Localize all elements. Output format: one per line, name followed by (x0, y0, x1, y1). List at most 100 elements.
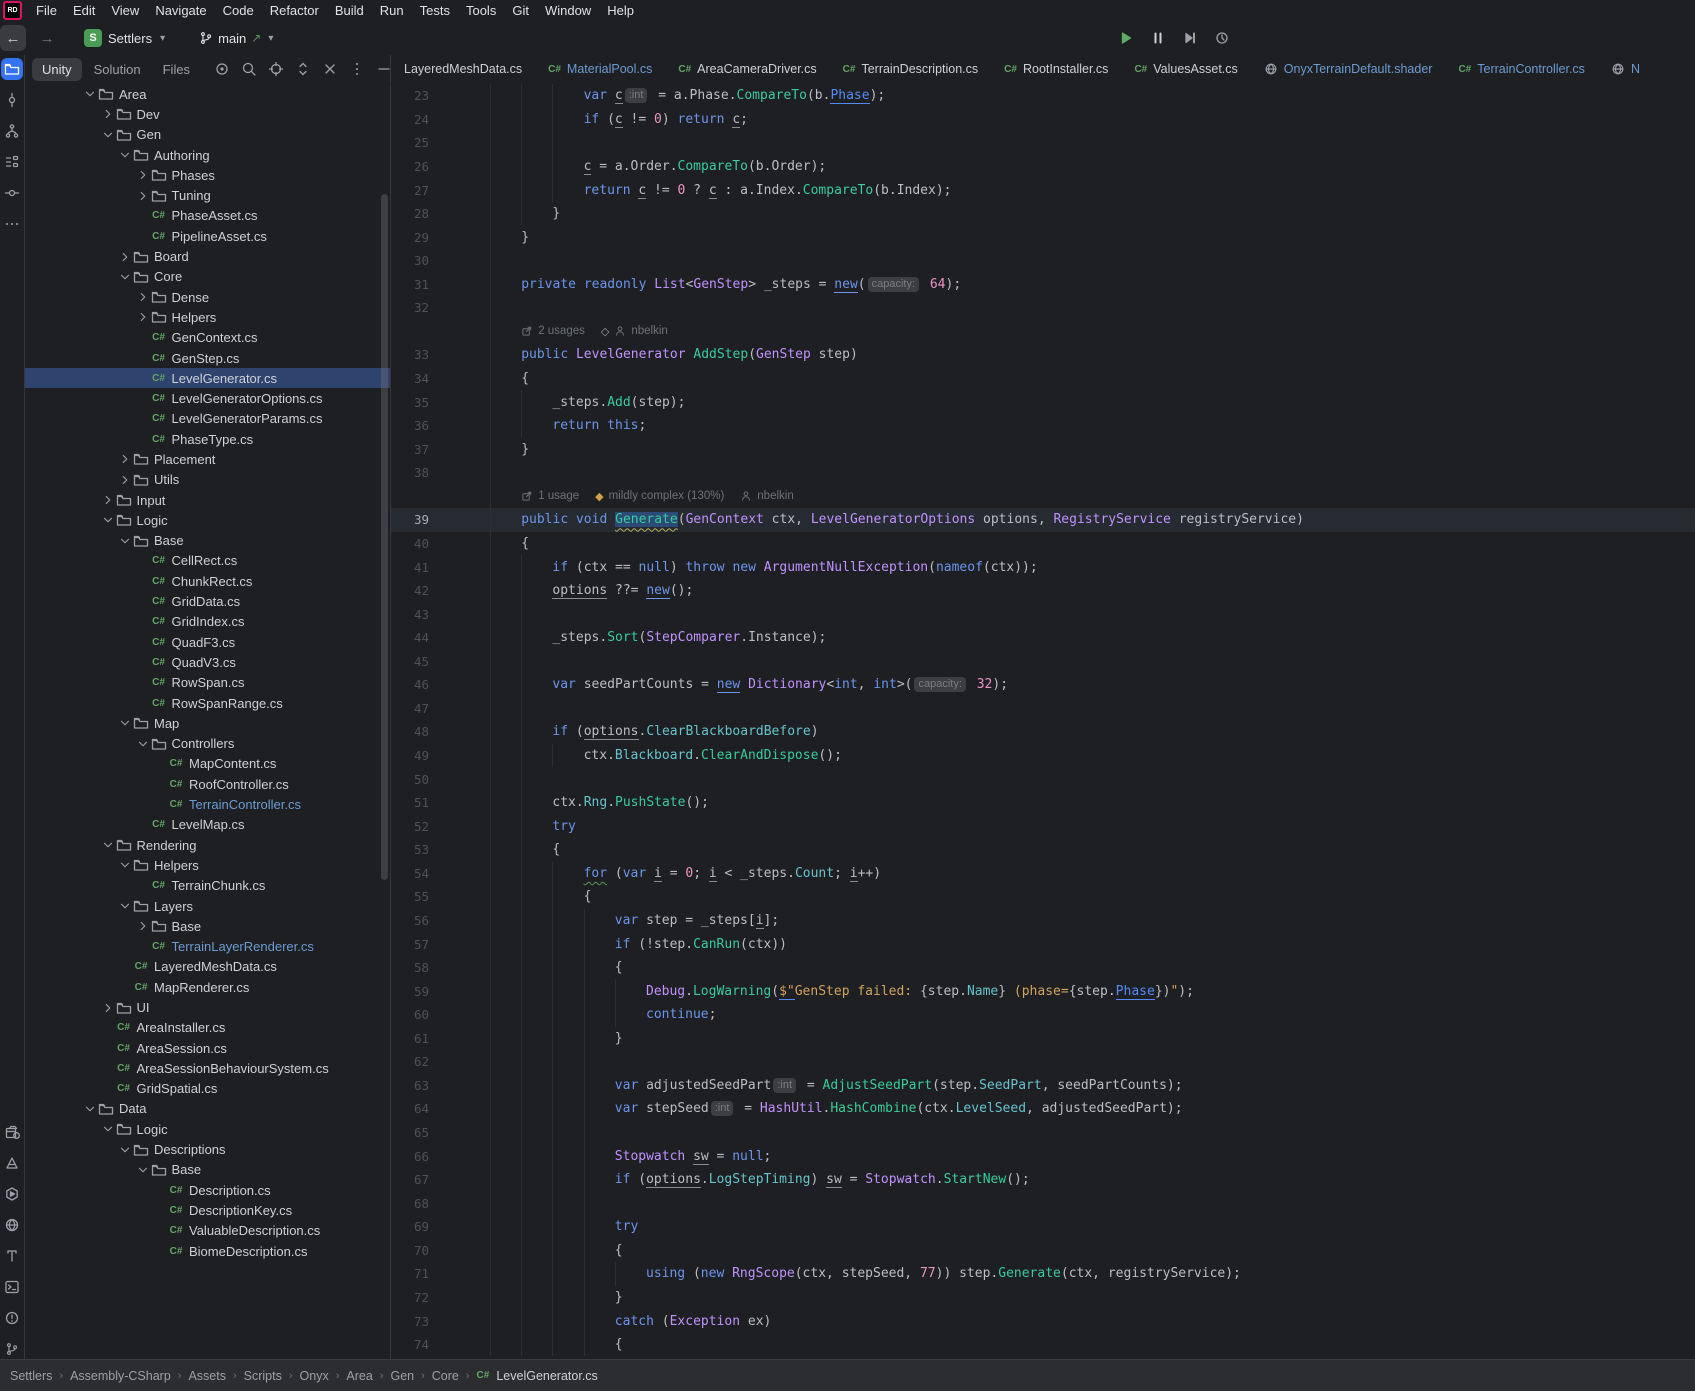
hierarchy-icon[interactable] (1, 120, 23, 142)
line-number[interactable]: 74 (403, 1337, 429, 1352)
tree-item-pipelineasset-cs[interactable]: C#PipelineAsset.cs (24, 226, 390, 246)
line-number[interactable]: 65 (403, 1125, 429, 1140)
chevron-right-icon[interactable] (135, 188, 151, 204)
code-line-45[interactable]: 45 (391, 650, 1695, 674)
tree-item-placement[interactable]: Placement (24, 449, 390, 469)
code-line-60[interactable]: 60continue; (391, 1003, 1695, 1027)
line-number[interactable]: 25 (403, 135, 429, 150)
tree-item-valuabledescription-cs[interactable]: C#ValuableDescription.cs (24, 1221, 390, 1241)
expand-all-icon[interactable] (295, 61, 311, 77)
tree-item-data[interactable]: Data (24, 1099, 390, 1119)
chevron-down-icon[interactable] (100, 127, 116, 143)
chevron-right-icon[interactable] (135, 167, 151, 183)
line-number[interactable]: 35 (403, 395, 429, 410)
line-number[interactable]: 33 (403, 347, 429, 362)
code-line-67[interactable]: 67if (options.LogStepTiming) sw = Stopwa… (391, 1168, 1695, 1192)
line-number[interactable]: 39 (403, 512, 429, 527)
code-line-35[interactable]: 35_steps.Add(step); (391, 390, 1695, 414)
line-number[interactable]: 47 (403, 701, 429, 716)
search-icon[interactable] (241, 61, 257, 77)
run-window-icon[interactable] (1, 1183, 23, 1205)
tree-item-terraincontroller-cs[interactable]: C#TerrainController.cs (24, 794, 390, 814)
chevron-down-icon[interactable] (117, 898, 133, 914)
line-number[interactable]: 72 (403, 1290, 429, 1305)
tree-item-roofcontroller-cs[interactable]: C#RoofController.cs (24, 774, 390, 794)
back-button[interactable]: ← (0, 25, 26, 51)
tree-item-logic[interactable]: Logic (24, 510, 390, 530)
tree-item-biomedescription-cs[interactable]: C#BiomeDescription.cs (24, 1241, 390, 1261)
code-line-51[interactable]: 51ctx.Rng.PushState(); (391, 791, 1695, 815)
line-number[interactable]: 54 (403, 866, 429, 881)
line-number[interactable]: 34 (403, 371, 429, 386)
line-number[interactable]: 70 (403, 1243, 429, 1258)
tree-item-input[interactable]: Input (24, 490, 390, 510)
breadcrumb-item-settlers[interactable]: Settlers (10, 1369, 52, 1383)
line-number[interactable]: 71 (403, 1266, 429, 1281)
code-line-39[interactable]: 39public void Generate(GenContext ctx, L… (391, 508, 1695, 532)
line-number[interactable]: 32 (403, 300, 429, 315)
tree-item-description-cs[interactable]: C#Description.cs (24, 1180, 390, 1200)
project-icon[interactable] (1, 58, 23, 80)
code-line-28[interactable]: 28} (391, 202, 1695, 226)
menu-item-file[interactable]: File (28, 1, 65, 20)
forward-button[interactable]: → (34, 25, 60, 51)
code-line-54[interactable]: 54for (var i = 0; i < _steps.Count; i++) (391, 862, 1695, 886)
code-line-72[interactable]: 72} (391, 1286, 1695, 1310)
code-line-31[interactable]: 31private readonly List<GenStep> _steps … (391, 273, 1695, 297)
code-line-26[interactable]: 26c = a.Order.CompareTo(b.Order); (391, 155, 1695, 179)
line-number[interactable]: 36 (403, 418, 429, 433)
tree-item-gridindex-cs[interactable]: C#GridIndex.cs (24, 612, 390, 632)
line-number[interactable]: 51 (403, 795, 429, 810)
line-number[interactable]: 27 (403, 183, 429, 198)
breadcrumb-item-assembly-csharp[interactable]: Assembly-CSharp (70, 1369, 171, 1383)
line-number[interactable]: 43 (403, 607, 429, 622)
line-number[interactable]: 57 (403, 937, 429, 952)
code-line-65[interactable]: 65 (391, 1121, 1695, 1145)
chevron-right-icon[interactable] (135, 309, 151, 325)
chevron-right-icon[interactable] (117, 472, 133, 488)
tree-item-gen[interactable]: Gen (24, 125, 390, 145)
menu-item-help[interactable]: Help (599, 1, 642, 20)
step-button[interactable] (1182, 30, 1198, 46)
tool-window-tab-unity[interactable]: Unity (32, 58, 82, 81)
tree-item-areasessionbehavioursystem-cs[interactable]: C#AreaSessionBehaviourSystem.cs (24, 1058, 390, 1078)
chevron-right-icon[interactable] (100, 492, 116, 508)
branch-selector[interactable]: main ↗ ▾ (199, 31, 273, 46)
tree-item-helpers[interactable]: Helpers (24, 855, 390, 875)
code-line-30[interactable]: 30 (391, 249, 1695, 273)
breadcrumb-item-levelgenerator-cs[interactable]: LevelGenerator.cs (496, 1369, 597, 1383)
code-line-34[interactable]: 34{ (391, 367, 1695, 391)
chevron-right-icon[interactable] (135, 918, 151, 934)
line-number[interactable]: 60 (403, 1007, 429, 1022)
code-line-73[interactable]: 73catch (Exception ex) (391, 1309, 1695, 1333)
tree-item-core[interactable]: Core (24, 267, 390, 287)
code-line-44[interactable]: 44_steps.Sort(StepComparer.Instance); (391, 626, 1695, 650)
code-line-48[interactable]: 48if (options.ClearBlackboardBefore) (391, 720, 1695, 744)
menu-item-window[interactable]: Window (537, 1, 599, 20)
editor-tab-n[interactable]: N (1598, 55, 1653, 83)
code-line-29[interactable]: 29} (391, 225, 1695, 249)
code-line-59[interactable]: 59Debug.LogWarning($"GenStep failed: {st… (391, 979, 1695, 1003)
tool-window-tab-solution[interactable]: Solution (84, 58, 151, 81)
web-icon[interactable] (1, 1214, 23, 1236)
tree-item-layers[interactable]: Layers (24, 896, 390, 916)
code-line-40[interactable]: 40{ (391, 532, 1695, 556)
line-number[interactable]: 44 (403, 630, 429, 645)
line-number[interactable]: 61 (403, 1031, 429, 1046)
line-number[interactable]: 66 (403, 1149, 429, 1164)
code-editor[interactable]: 23var c:int = a.Phase.CompareTo(b.Phase)… (390, 84, 1695, 1360)
line-number[interactable]: 53 (403, 842, 429, 857)
line-number[interactable]: 46 (403, 677, 429, 692)
tree-item-authoring[interactable]: Authoring (24, 145, 390, 165)
menu-item-build[interactable]: Build (327, 1, 372, 20)
code-line-25[interactable]: 25 (391, 131, 1695, 155)
tree-item-map[interactable]: Map (24, 713, 390, 733)
line-number[interactable]: 48 (403, 724, 429, 739)
more-icon[interactable] (1, 213, 23, 235)
run-button[interactable] (1118, 30, 1134, 46)
line-number[interactable]: 40 (403, 536, 429, 551)
tree-item-tuning[interactable]: Tuning (24, 185, 390, 205)
line-number[interactable]: 68 (403, 1196, 429, 1211)
chevron-right-icon[interactable] (117, 451, 133, 467)
tree-item-levelmap-cs[interactable]: C#LevelMap.cs (24, 815, 390, 835)
